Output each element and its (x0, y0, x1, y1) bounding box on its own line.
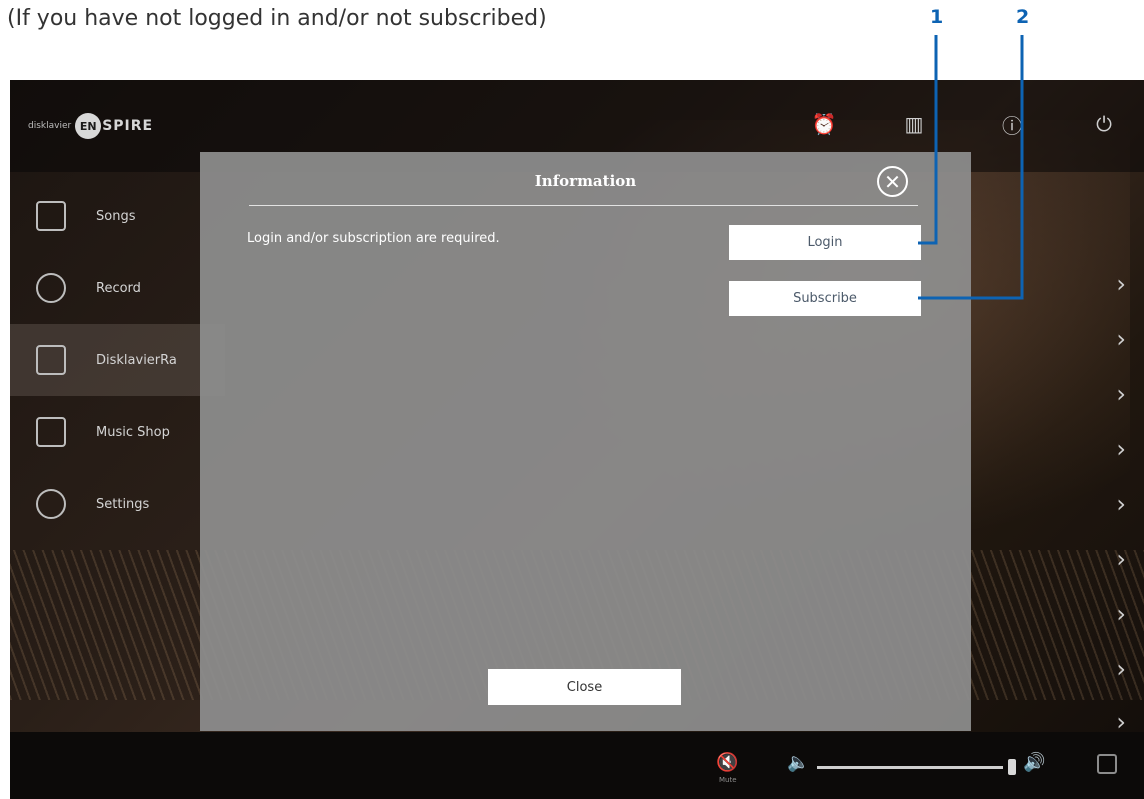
radio-icon (36, 345, 66, 375)
chevron-right-icon[interactable]: › (1116, 435, 1126, 463)
chevron-right-icon[interactable]: › (1116, 325, 1126, 353)
power-icon[interactable]: ⏻ (1092, 112, 1116, 136)
subscribe-button[interactable]: Subscribe (729, 281, 921, 316)
info-icon[interactable]: ⓘ (1000, 112, 1024, 138)
logo-text: SPIRE (102, 118, 154, 134)
songs-icon (36, 201, 66, 231)
alarm-icon[interactable]: ⏰ (812, 112, 837, 136)
sidebar-item-label: Settings (96, 496, 150, 512)
chevron-right-icon[interactable]: › (1116, 655, 1126, 683)
chevron-right-icon[interactable]: › (1116, 600, 1126, 628)
sidebar: Songs Record DisklavierRa Music Shop Set… (10, 180, 225, 540)
chevron-right-icon[interactable]: › (1116, 490, 1126, 518)
sidebar-item-record[interactable]: Record (10, 252, 225, 324)
caption: (If you have not logged in and/or not su… (7, 6, 547, 31)
sidebar-item-label: Music Shop (96, 424, 170, 440)
callout-1: 1 (930, 6, 944, 28)
chevron-right-icon[interactable]: › (1116, 270, 1126, 298)
keyboard-icon[interactable]: ▥ (902, 112, 926, 136)
gear-icon (36, 489, 66, 519)
chevron-right-icon[interactable]: › (1116, 545, 1126, 573)
sidebar-item-disklavier-radio[interactable]: DisklavierRa (10, 324, 225, 396)
information-dialog: Information ✕ Login and/or subscription … (200, 152, 971, 731)
app-logo: disklavier EN SPIRE (28, 113, 153, 139)
dialog-title: Information (534, 172, 637, 190)
volume-slider[interactable] (817, 766, 1003, 769)
sidebar-item-songs[interactable]: Songs (10, 180, 225, 252)
dialog-divider (249, 205, 918, 206)
volume-high-icon: 🔊 (1023, 752, 1046, 773)
cart-icon (36, 417, 66, 447)
login-button[interactable]: Login (729, 225, 921, 260)
callout-2: 2 (1016, 6, 1030, 28)
record-icon (36, 273, 66, 303)
dialog-message: Login and/or subscription are required. (247, 231, 500, 246)
chevron-right-icon[interactable]: › (1116, 380, 1126, 408)
logo-small-text: disklavier (28, 121, 72, 131)
sidebar-item-settings[interactable]: Settings (10, 468, 225, 540)
sidebar-item-label: Record (96, 280, 141, 296)
sidebar-item-label: DisklavierRa (96, 352, 177, 368)
logo-badge: EN (75, 113, 102, 139)
grid-icon[interactable] (1097, 754, 1117, 774)
sidebar-item-music-shop[interactable]: Music Shop (10, 396, 225, 468)
volume-slider-handle[interactable] (1008, 759, 1016, 775)
sidebar-item-label: Songs (96, 208, 136, 224)
bottom-bar: 🔇 Mute 🔈 🔊 (10, 732, 1144, 799)
mute-label: Mute (719, 776, 737, 784)
close-icon[interactable]: ✕ (877, 166, 908, 197)
close-button[interactable]: Close (488, 669, 681, 705)
volume-low-icon: 🔈 (787, 752, 810, 773)
mute-icon[interactable]: 🔇 (716, 752, 738, 773)
